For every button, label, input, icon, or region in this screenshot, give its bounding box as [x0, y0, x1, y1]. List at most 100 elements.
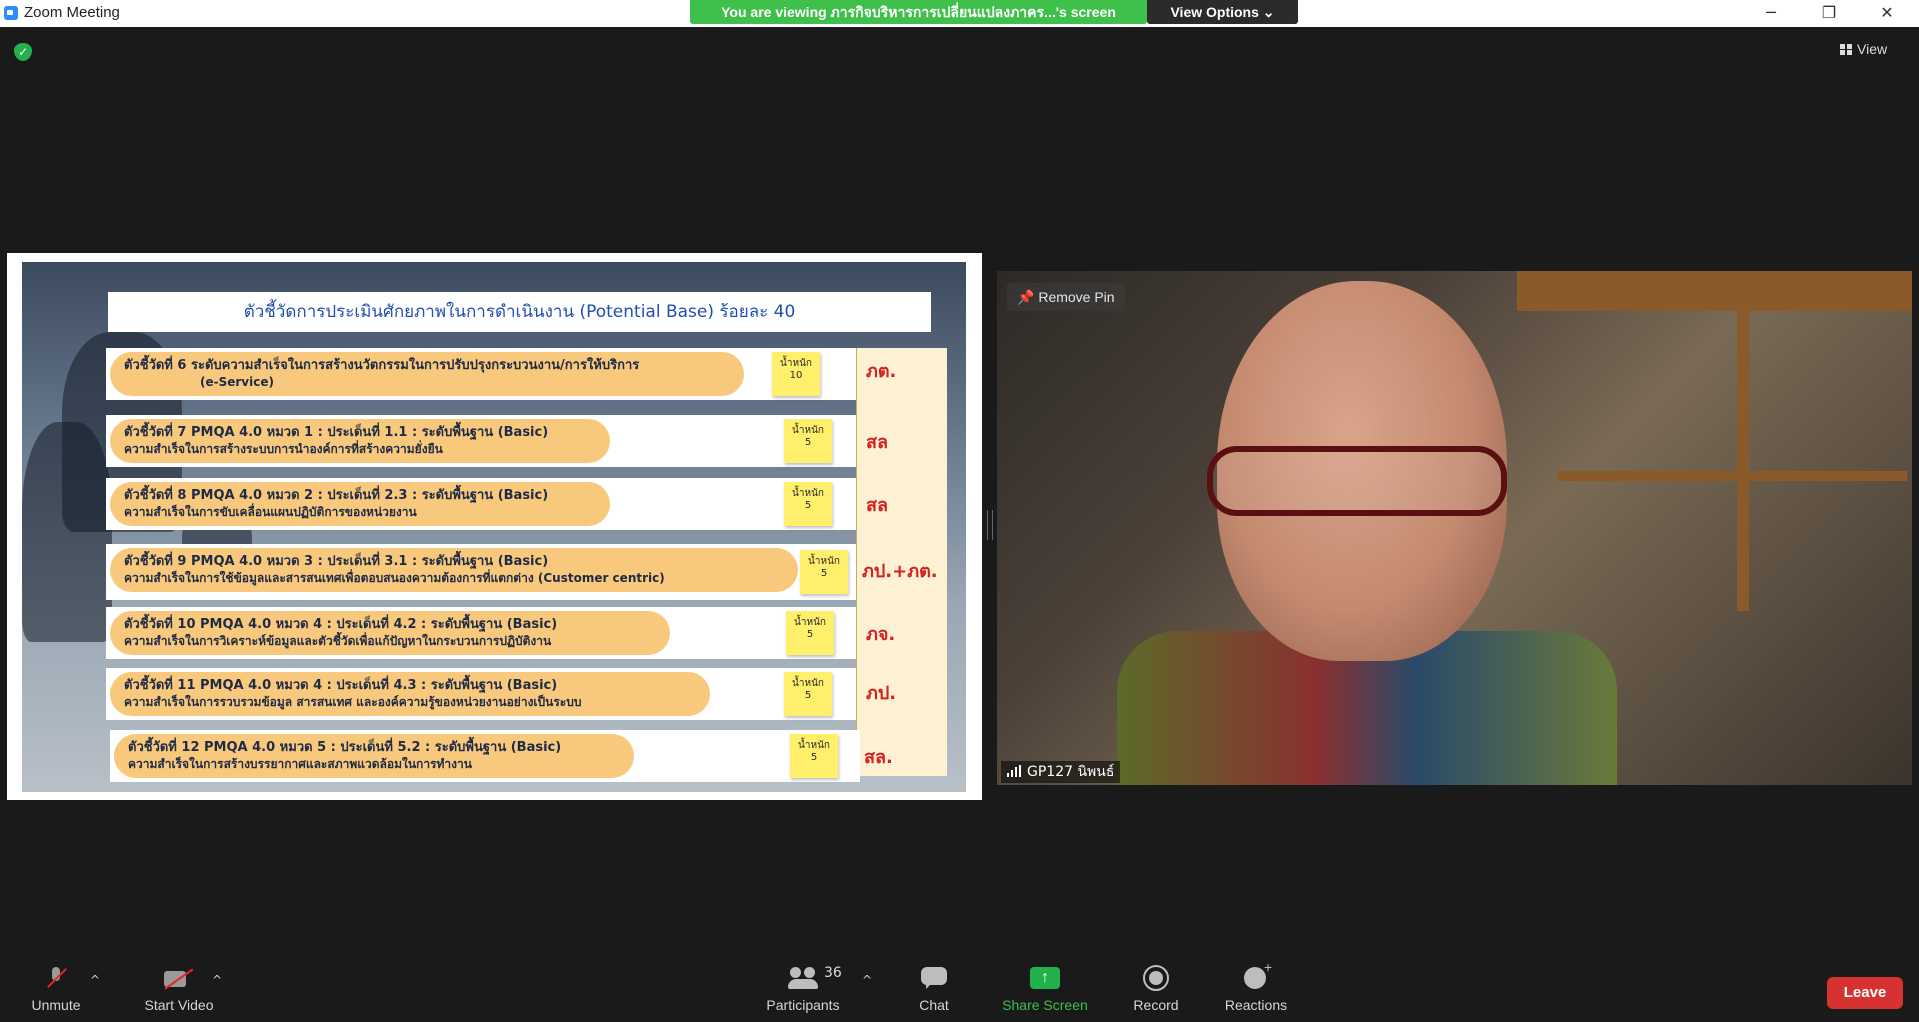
- indicator-pill: ตัวชี้วัดที่ 8 PMQA 4.0 หมวด 2 : ประเด็น…: [110, 482, 610, 526]
- speaker-glasses: [1207, 446, 1507, 516]
- remove-pin-button[interactable]: 📌 Remove Pin: [1007, 283, 1125, 311]
- indicator-row: ตัวชี้วัดที่ 9 PMQA 4.0 หมวด 3 : ประเด็น…: [106, 544, 938, 600]
- close-icon[interactable]: ✕: [1864, 0, 1910, 27]
- camera-off-icon: [164, 965, 194, 991]
- indicator-row: ตัวชี้วัดที่ 11 PMQA 4.0 หมวด 4 : ประเด็…: [106, 668, 896, 720]
- indicator-line1: ตัวชี้วัดที่ 11 PMQA 4.0 หมวด 4 : ประเด็…: [124, 678, 558, 693]
- indicator-row: ตัวชี้วัดที่ 12 PMQA 4.0 หมวด 5 : ประเด็…: [110, 730, 893, 782]
- indicator-row: ตัวชี้วัดที่ 8 PMQA 4.0 หมวด 2 : ประเด็น…: [106, 478, 888, 530]
- unmute-button[interactable]: Unmute: [26, 965, 86, 1013]
- weight-label: น้ำหนัก: [794, 617, 826, 628]
- grid-view-icon: [1840, 44, 1852, 55]
- indicator-pill: ตัวชี้วัดที่ 11 PMQA 4.0 หมวด 4 : ประเด็…: [110, 672, 710, 716]
- video-options-caret-icon[interactable]: ^: [212, 973, 222, 987]
- weight-note: น้ำหนัก 5: [784, 419, 832, 463]
- weight-value: 5: [804, 437, 812, 448]
- share-screen-icon: [1030, 965, 1060, 991]
- responsible-unit: สล.: [864, 747, 893, 768]
- indicator-pill: ตัวชี้วัดที่ 9 PMQA 4.0 หมวด 3 : ประเด็น…: [110, 548, 798, 592]
- indicator-pill: ตัวชี้วัดที่ 7 PMQA 4.0 หมวด 1 : ประเด็น…: [110, 419, 610, 463]
- indicator-line1: ตัวชี้วัดที่ 6 ระดับความสำเร็จในการสร้าง…: [124, 358, 640, 373]
- participant-count: 36: [824, 965, 842, 981]
- indicator-pill: ตัวชี้วัดที่ 12 PMQA 4.0 หมวด 5 : ประเด็…: [114, 734, 634, 778]
- participants-options-caret-icon[interactable]: ^: [862, 973, 872, 987]
- weight-value: 10: [789, 370, 803, 381]
- presentation-slide: ตัวชี้วัดการประเมินศักยภาพในการดำเนินงาน…: [22, 262, 966, 792]
- reactions-button[interactable]: Reactions: [1218, 959, 1294, 1013]
- indicator-line1: ตัวชี้วัดที่ 9 PMQA 4.0 หมวด 3 : ประเด็น…: [124, 554, 549, 569]
- chat-label: Chat: [919, 997, 949, 1013]
- view-button[interactable]: View: [1840, 36, 1910, 62]
- record-button[interactable]: Record: [1126, 965, 1186, 1013]
- restore-icon[interactable]: ❐: [1806, 0, 1852, 27]
- responsible-unit: ภต.: [866, 361, 897, 382]
- view-label: View: [1857, 41, 1888, 57]
- background-shelf: [1517, 271, 1912, 311]
- slide-title: ตัวชี้วัดการประเมินศักยภาพในการดำเนินงาน…: [108, 292, 931, 332]
- microphone-muted-icon: [48, 965, 64, 991]
- weight-note: น้ำหนัก 5: [790, 734, 838, 778]
- weight-note: น้ำหนัก 5: [800, 550, 848, 594]
- weight-label: น้ำหนัก: [792, 678, 824, 689]
- weight-note: น้ำหนัก 5: [784, 482, 832, 526]
- chevron-down-icon: ⌄: [1262, 4, 1275, 20]
- view-options-label: View Options: [1170, 4, 1259, 20]
- weight-label: น้ำหนัก: [792, 488, 824, 499]
- zoom-app-icon: [4, 6, 18, 20]
- audio-options-caret-icon[interactable]: ^: [90, 973, 100, 987]
- minimize-icon[interactable]: ─: [1748, 0, 1794, 27]
- chat-button[interactable]: Chat: [912, 965, 956, 1013]
- title-bar: Zoom Meeting You are viewing ภารกิจบริหา…: [0, 0, 1919, 27]
- window-title: Zoom Meeting: [24, 4, 120, 21]
- participant-video[interactable]: 📌 Remove Pin GP127 นิพนธ์: [997, 271, 1912, 785]
- indicator-line2: ความสำเร็จในการสร้างบรรยากาศและสภาพแวดล้…: [128, 757, 472, 771]
- share-banner: You are viewing ภารกิจบริหารการเปลี่ยนแป…: [690, 0, 1147, 24]
- weight-note: น้ำหนัก 10: [772, 352, 820, 396]
- leave-button[interactable]: Leave: [1827, 977, 1903, 1009]
- weight-label: น้ำหนัก: [792, 425, 824, 436]
- weight-value: 5: [804, 690, 812, 701]
- responsible-unit: ภจ.: [866, 624, 896, 645]
- weight-label: น้ำหนัก: [798, 740, 830, 751]
- indicator-pill: ตัวชี้วัดที่ 10 PMQA 4.0 หมวด 4 : ประเด็…: [110, 611, 670, 655]
- weight-note: น้ำหนัก 5: [784, 672, 832, 716]
- security-shield-icon[interactable]: ✓: [14, 43, 32, 61]
- split-divider-handle[interactable]: [987, 510, 993, 540]
- indicator-row: ตัวชี้วัดที่ 6 ระดับความสำเร็จในการสร้าง…: [106, 348, 896, 400]
- indicator-line2: (e-Service): [200, 375, 274, 389]
- indicator-line2: ความสำเร็จในการสร้างระบบการนำองค์การที่ส…: [124, 442, 443, 456]
- indicator-line1: ตัวชี้วัดที่ 10 PMQA 4.0 หมวด 4 : ประเด็…: [124, 617, 558, 632]
- responsible-unit: ภป.: [866, 683, 897, 704]
- weight-label: น้ำหนัก: [780, 358, 812, 369]
- share-screen-label: Share Screen: [1002, 997, 1088, 1013]
- indicator-line1: ตัวชี้วัดที่ 7 PMQA 4.0 หมวด 1 : ประเด็น…: [124, 425, 549, 440]
- indicator-line2: ความสำเร็จในการขับเคลื่อนแผนปฏิบัติการขอ…: [124, 505, 417, 519]
- view-options-button[interactable]: View Options ⌄: [1147, 0, 1298, 24]
- indicator-row: ตัวชี้วัดที่ 10 PMQA 4.0 หมวด 4 : ประเด็…: [106, 607, 895, 659]
- reactions-icon: [1242, 959, 1272, 991]
- participant-name: GP127 นิพนธ์: [1027, 764, 1115, 780]
- weight-value: 5: [810, 752, 818, 763]
- indicator-line1: ตัวชี้วัดที่ 12 PMQA 4.0 หมวด 5 : ประเด็…: [128, 740, 562, 755]
- background-shelf: [1737, 311, 1749, 611]
- weight-note: น้ำหนัก 5: [786, 611, 834, 655]
- start-video-label: Start Video: [144, 997, 214, 1013]
- responsible-unit: ภป.+ภต.: [862, 561, 938, 582]
- share-screen-button[interactable]: Share Screen: [996, 965, 1094, 1013]
- participants-label: Participants: [766, 997, 840, 1013]
- indicator-line2: ความสำเร็จในการวิเคราะห์ข้อมูลและตัวชี้ว…: [124, 634, 552, 648]
- meeting-toolbar: Unmute ^ Start Video ^ Participants 36 ^…: [0, 955, 1919, 1022]
- start-video-button[interactable]: Start Video: [134, 965, 224, 1013]
- pin-icon: 📌: [1017, 289, 1035, 305]
- record-label: Record: [1133, 997, 1179, 1013]
- unmute-label: Unmute: [31, 997, 81, 1013]
- record-icon: [1143, 965, 1169, 991]
- indicator-line2: ความสำเร็จในการรวบรวมข้อมูล สารสนเทศ และ…: [124, 695, 582, 709]
- weight-value: 5: [806, 629, 814, 640]
- responsible-unit: สล: [866, 432, 889, 453]
- responsible-unit: สล: [866, 495, 889, 516]
- weight-value: 5: [804, 500, 812, 511]
- signal-strength-icon: [1007, 765, 1021, 777]
- chat-icon: [921, 965, 947, 991]
- shared-screen: ตัวชี้วัดการประเมินศักยภาพในการดำเนินงาน…: [7, 253, 982, 1015]
